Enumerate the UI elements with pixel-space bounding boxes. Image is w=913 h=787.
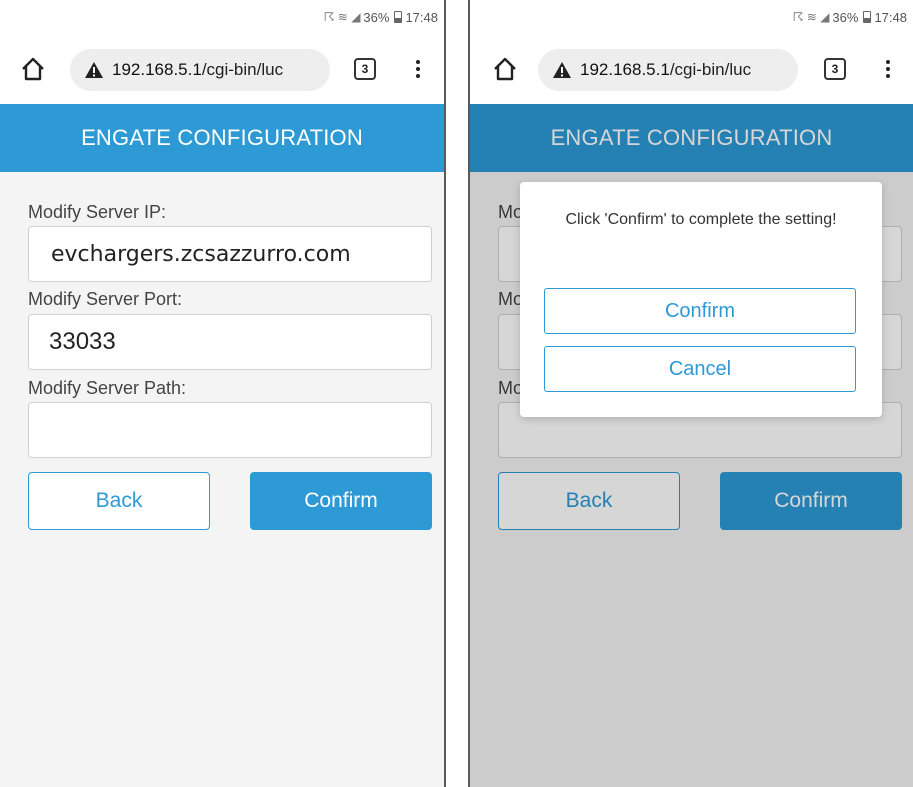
server-ip-input[interactable]: evchargers.zcsazzurro.com [28, 226, 432, 282]
status-bar: ☈ ≋ ◢ 36% 17:48 [0, 0, 444, 34]
phone-screen-left: ☈ ≋ ◢ 36% 17:48 192.168.5.1/cgi-bin/luc … [0, 0, 446, 787]
page-title: ENGATE CONFIGURATION [0, 104, 444, 172]
config-form: Modify Server IP: evchargers.zcsazzurro.… [0, 172, 444, 787]
url-path: /cgi-bin/luc [201, 60, 284, 79]
server-path-label: Modify Server Path: [28, 378, 187, 398]
address-bar[interactable]: 192.168.5.1/cgi-bin/luc [70, 49, 330, 91]
url-host: 192.168.5.1 [580, 60, 670, 79]
signal-icons: ☈ ≋ ◢ [792, 10, 830, 24]
tab-switcher-button[interactable]: 3 [824, 58, 846, 80]
dialog-message: Click 'Confirm' to complete the setting! [565, 211, 837, 228]
battery-icon [863, 11, 872, 23]
server-path-input[interactable] [28, 402, 432, 458]
overflow-menu-icon[interactable] [878, 54, 898, 84]
server-port-input[interactable]: 33033 [28, 314, 432, 370]
dialog-cancel-button[interactable]: Cancel [544, 346, 856, 392]
overflow-menu-icon[interactable] [408, 54, 428, 84]
battery-icon [394, 11, 403, 23]
signal-icons: ☈ ≋ ◢ [323, 10, 361, 24]
battery-level: 36% [832, 9, 859, 25]
phone-screen-right: ☈ ≋ ◢ 36% 17:48 192.168.5.1/cgi-bin/luc … [468, 0, 913, 787]
status-bar: ☈ ≋ ◢ 36% 17:48 [470, 0, 913, 34]
home-icon[interactable] [20, 56, 46, 82]
home-icon[interactable] [492, 56, 518, 82]
confirm-dialog: Click 'Confirm' to complete the setting!… [520, 182, 882, 417]
dialog-confirm-button[interactable]: Confirm [544, 288, 856, 334]
warning-icon [85, 62, 103, 78]
clock: 17:48 [874, 9, 907, 25]
browser-toolbar: 192.168.5.1/cgi-bin/luc 3 [470, 34, 913, 104]
server-port-label: Modify Server Port: [28, 289, 183, 309]
battery-level: 36% [363, 9, 390, 25]
clock: 17:48 [405, 9, 438, 25]
back-button[interactable]: Back [28, 472, 210, 530]
url-path: /cgi-bin/luc [669, 60, 752, 79]
url-host: 192.168.5.1 [112, 60, 202, 79]
address-bar[interactable]: 192.168.5.1/cgi-bin/luc [538, 49, 798, 91]
warning-icon [553, 62, 571, 78]
confirm-button[interactable]: Confirm [250, 472, 432, 530]
browser-toolbar: 192.168.5.1/cgi-bin/luc 3 [0, 34, 444, 104]
tab-switcher-button[interactable]: 3 [354, 58, 376, 80]
server-ip-label: Modify Server IP: [28, 202, 167, 222]
